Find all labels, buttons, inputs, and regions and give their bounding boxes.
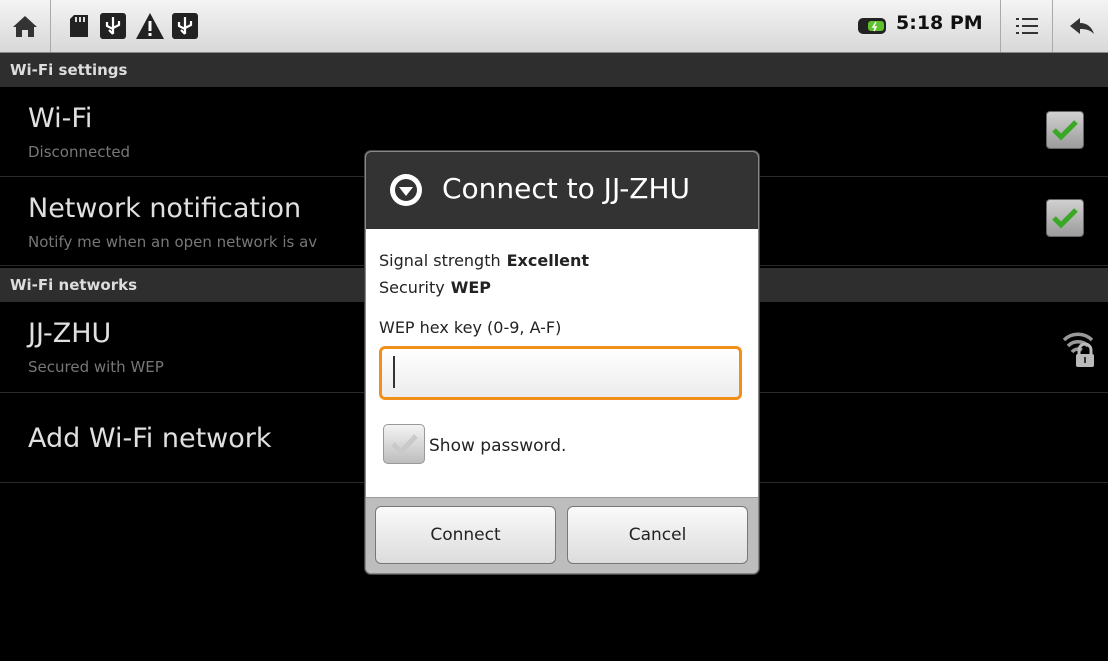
setting-title: Wi-Fi	[28, 103, 93, 134]
show-password-label[interactable]: Show password.	[429, 436, 566, 456]
wifi-lock-icon	[1062, 328, 1096, 372]
network-notification-checkbox[interactable]	[1046, 199, 1084, 237]
connect-dialog: Connect to JJ-ZHU Signal strength Excelle…	[365, 151, 759, 574]
divider	[1000, 0, 1001, 52]
status-bar: 5:18 PM	[0, 0, 1108, 53]
signal-label: Signal strength	[379, 251, 501, 270]
dialog-header: Connect to JJ-ZHU	[366, 152, 758, 229]
usb-icon	[98, 10, 128, 42]
setting-title: Network notification	[28, 193, 302, 224]
network-name: JJ-ZHU	[28, 318, 112, 349]
cancel-button[interactable]: Cancel	[567, 506, 748, 564]
setting-subtitle: Disconnected	[28, 143, 131, 161]
home-icon[interactable]	[8, 10, 42, 42]
show-password-checkbox[interactable]	[383, 424, 425, 464]
back-icon[interactable]	[1064, 10, 1100, 42]
dialog-title: Connect to JJ-ZHU	[442, 172, 691, 205]
wep-key-input[interactable]	[379, 346, 742, 400]
menu-icon[interactable]	[1012, 10, 1042, 42]
battery-icon	[856, 10, 890, 42]
key-field-label: WEP hex key (0-9, A-F)	[379, 318, 562, 337]
signal-strength-line: Signal strength Excellent	[379, 251, 589, 270]
setting-subtitle: Notify me when an open network is av	[28, 233, 318, 251]
text-caret	[393, 356, 395, 388]
security-label: Security	[379, 278, 445, 297]
connect-button[interactable]: Connect	[375, 506, 556, 564]
check-icon	[391, 434, 418, 456]
divider	[50, 0, 51, 52]
wifi-dropdown-icon	[388, 172, 424, 212]
divider	[1052, 0, 1053, 52]
signal-value: Excellent	[506, 251, 590, 270]
dialog-button-bar: Connect Cancel	[366, 497, 758, 573]
network-security: Secured with WEP	[28, 358, 164, 376]
sd-card-icon	[66, 10, 92, 42]
security-value: WEP	[450, 278, 492, 297]
security-line: Security WEP	[379, 278, 491, 297]
check-icon	[1052, 208, 1078, 229]
clock: 5:18 PM	[896, 12, 983, 34]
add-network-label: Add Wi-Fi network	[28, 423, 272, 454]
section-header-wifi-settings: Wi-Fi settings	[0, 53, 1108, 87]
check-icon	[1052, 120, 1078, 141]
usb-icon	[170, 10, 200, 42]
warning-icon	[134, 10, 166, 42]
wifi-checkbox[interactable]	[1046, 111, 1084, 149]
